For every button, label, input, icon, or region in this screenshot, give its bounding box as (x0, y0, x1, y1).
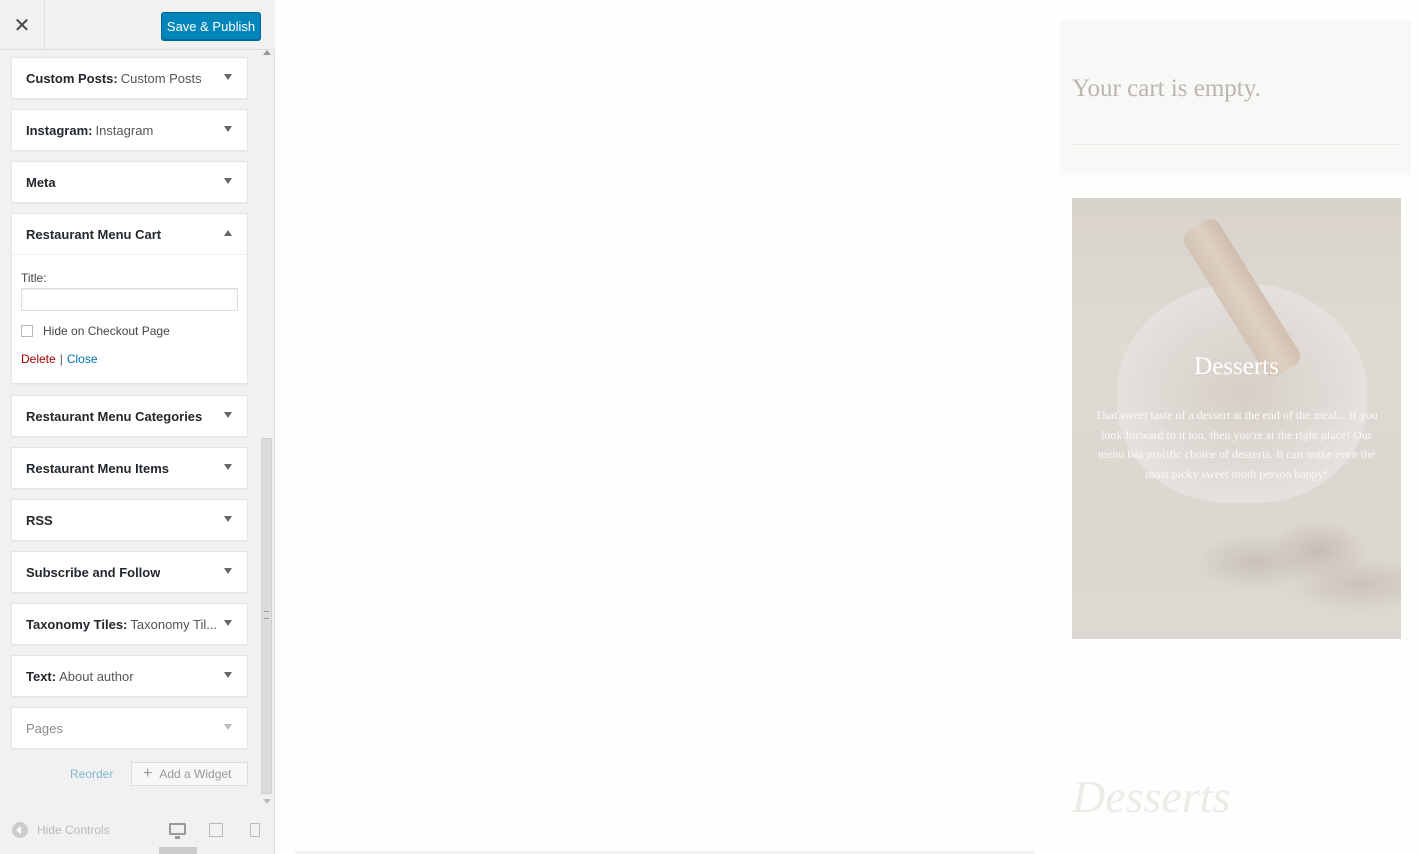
widget-subtitle: Taxonomy Til... (130, 616, 218, 632)
widget-restaurant-menu-cart[interactable]: Restaurant Menu Cart Title: Hide on Chec… (11, 213, 248, 384)
widget-header[interactable]: RSS (12, 500, 247, 540)
widget-footer-actions: Reorder + Add a Widget (0, 762, 258, 786)
widget-restaurant-menu-items[interactable]: Restaurant Menu Items (11, 447, 248, 489)
cart-empty-text: Your cart is empty. (1072, 75, 1261, 102)
widget-taxonomy-tiles[interactable]: Taxonomy Tiles: Taxonomy Til... (11, 603, 248, 645)
customizer-footer-controls: Hide Controls (0, 814, 275, 854)
widget-title: Meta (26, 174, 56, 190)
expand-arrow-icon[interactable] (224, 464, 232, 470)
desktop-preview-icon[interactable] (169, 823, 186, 839)
active-device-indicator (159, 847, 197, 854)
close-customizer-button[interactable]: ✕ (0, 0, 45, 50)
customizer-header: ✕ Save & Publish (0, 0, 275, 50)
close-icon: ✕ (13, 14, 31, 37)
widget-subtitle: Instagram (95, 122, 154, 138)
title-field-label: Title: (21, 271, 47, 285)
widget-title: RSS (26, 512, 53, 528)
widget-title: Taxonomy Tiles: (26, 616, 128, 632)
expand-arrow-icon[interactable] (224, 672, 232, 678)
widget-form: Title: Hide on Checkout Page Delete | Clos… (12, 254, 247, 383)
scroll-down-arrow-icon[interactable] (263, 799, 271, 804)
widget-header[interactable]: Text: About author (12, 656, 247, 696)
plus-icon: + (143, 765, 153, 782)
widget-title: Restaurant Menu Items (26, 460, 170, 476)
hide-controls-label: Hide Controls (37, 823, 110, 837)
widget-text-about-author[interactable]: Text: About author (11, 655, 248, 697)
widget-rss[interactable]: RSS (11, 499, 248, 541)
save-publish-button[interactable]: Save & Publish (161, 12, 261, 40)
cart-widget-preview: Your cart is empty. (1060, 20, 1411, 175)
widget-header[interactable]: Custom Posts: Custom Posts (12, 58, 247, 98)
add-widget-label: Add a Widget (159, 767, 232, 781)
widget-header[interactable]: Restaurant Menu Categories (12, 396, 247, 436)
widget-header[interactable]: Restaurant Menu Items (12, 448, 247, 488)
widget-header[interactable]: Restaurant Menu Cart (12, 214, 247, 254)
add-widget-button[interactable]: + Add a Widget (131, 762, 248, 786)
separator: | (59, 352, 63, 366)
widget-title: Restaurant Menu Cart (26, 226, 162, 242)
widget-title: Text: (26, 668, 57, 684)
expand-arrow-icon[interactable] (224, 126, 232, 132)
desserts-tile[interactable]: Desserts That sweet taste of a dessert a… (1072, 198, 1401, 639)
tile-title: Desserts (1194, 353, 1279, 380)
expand-arrow-icon[interactable] (224, 178, 232, 184)
reorder-link[interactable]: Reorder (70, 767, 113, 781)
expand-arrow-icon[interactable] (224, 516, 232, 522)
sidebar-scrollbar[interactable] (259, 45, 274, 807)
widget-pages[interactable]: Pages (11, 707, 248, 749)
widget-title: Pages (26, 720, 63, 736)
close-link[interactable]: Close (67, 352, 98, 366)
tile-description: That sweet taste of a dessert at the end… (1095, 408, 1378, 481)
widget-header[interactable]: Pages (12, 708, 247, 748)
widget-title: Instagram: (26, 122, 93, 138)
widget-title: Subscribe and Follow (26, 564, 161, 580)
section-heading: Desserts (1072, 771, 1231, 822)
scrollbar-thumb[interactable] (261, 438, 272, 794)
site-preview[interactable]: Your cart is empty. Desserts That sweet … (275, 0, 1419, 854)
expand-arrow-icon[interactable] (224, 74, 232, 80)
widget-actions: Delete | Close (21, 352, 238, 366)
collapse-arrow-icon[interactable] (224, 230, 232, 236)
widget-subscribe-follow[interactable]: Subscribe and Follow (11, 551, 248, 593)
scroll-up-arrow-icon[interactable] (263, 50, 271, 55)
widget-instagram[interactable]: Instagram: Instagram (11, 109, 248, 151)
grip-icon (264, 611, 269, 619)
expand-arrow-icon[interactable] (224, 724, 232, 730)
expand-arrow-icon[interactable] (224, 620, 232, 626)
hide-controls-button[interactable]: Hide Controls (12, 822, 110, 838)
widget-title: Custom Posts: (26, 70, 118, 86)
widget-custom-posts[interactable]: Custom Posts: Custom Posts (11, 57, 248, 99)
widget-list: Custom Posts: Custom Posts Instagram: In… (0, 50, 258, 810)
customizer-sidebar: ✕ Save & Publish Custom Posts: Custom Po… (0, 0, 275, 854)
title-input[interactable] (21, 288, 238, 311)
divider (1072, 144, 1399, 145)
hide-checkout-label[interactable]: Hide on Checkout Page (43, 324, 170, 338)
mobile-preview-icon[interactable] (250, 823, 260, 837)
widget-subtitle: About author (59, 668, 134, 684)
hide-checkout-row[interactable]: Hide on Checkout Page (21, 324, 238, 338)
expand-arrow-icon[interactable] (224, 568, 232, 574)
widget-header[interactable]: Subscribe and Follow (12, 552, 247, 592)
expand-arrow-icon[interactable] (224, 412, 232, 418)
delete-link[interactable]: Delete (21, 352, 56, 366)
widget-meta[interactable]: Meta (11, 161, 248, 203)
widget-restaurant-menu-categories[interactable]: Restaurant Menu Categories (11, 395, 248, 437)
customizer-app: ✕ Save & Publish Custom Posts: Custom Po… (0, 0, 1419, 854)
hide-checkout-checkbox[interactable] (21, 325, 33, 337)
widget-header[interactable]: Taxonomy Tiles: Taxonomy Til... (12, 604, 247, 644)
widget-header[interactable]: Meta (12, 162, 247, 202)
widget-header[interactable]: Instagram: Instagram (12, 110, 247, 150)
tablet-preview-icon[interactable] (209, 823, 223, 837)
widget-title: Restaurant Menu Categories (26, 408, 203, 424)
collapse-left-icon (12, 822, 28, 838)
widget-subtitle: Custom Posts (120, 70, 202, 86)
